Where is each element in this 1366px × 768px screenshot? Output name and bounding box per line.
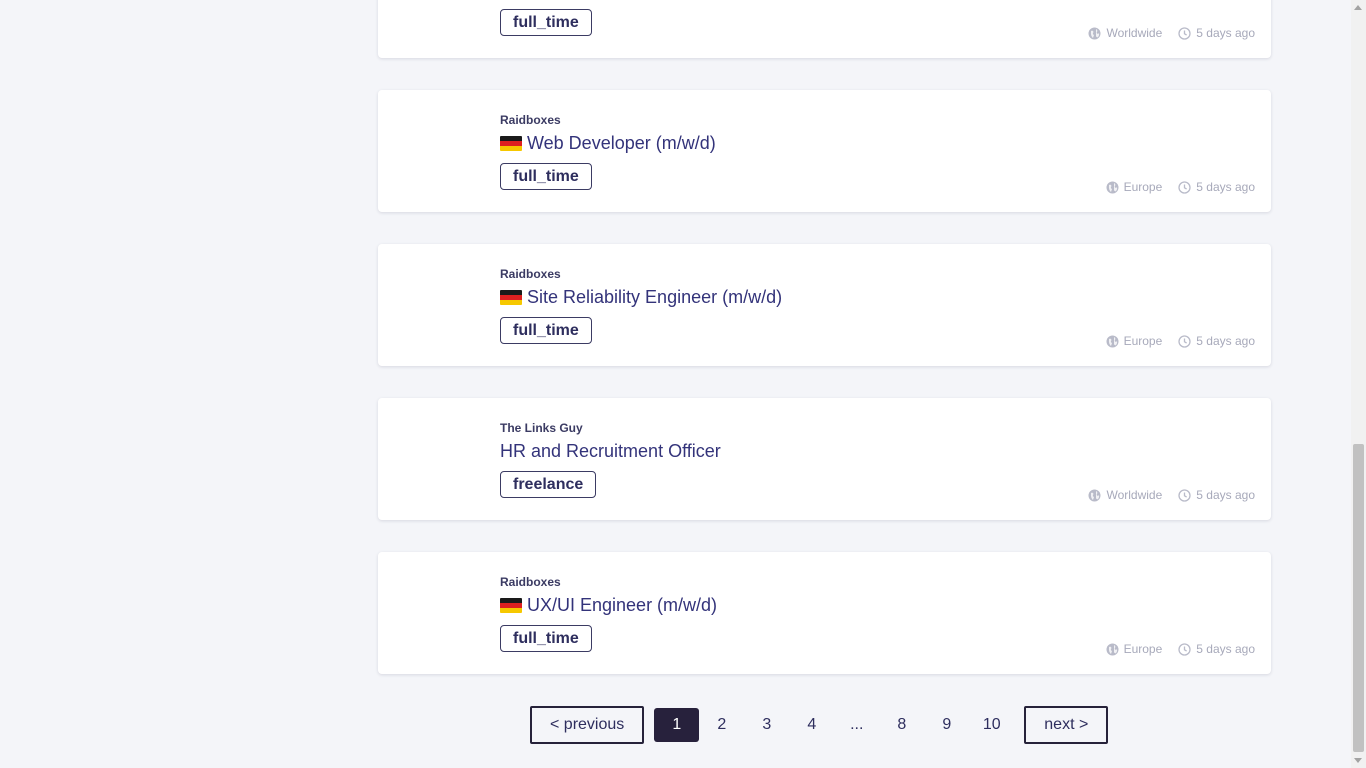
vertical-scrollbar[interactable] [1351, 0, 1366, 768]
job-list-page: full_time Worldwide 5 days ago Raidboxes… [0, 0, 1351, 768]
job-title-text: UX/UI Engineer (m/w/d) [527, 595, 718, 615]
company-name: The Links Guy [500, 421, 583, 435]
page-1-button[interactable]: 1 [654, 708, 700, 742]
company-name: Raidboxes [500, 267, 561, 281]
page-4-button[interactable]: 4 [789, 708, 834, 742]
posted-label: 5 days ago [1196, 26, 1255, 40]
job-type-tag: full_time [500, 317, 592, 344]
pagination: < previous 1 2 3 4 ... 8 9 10 next > [530, 706, 1109, 744]
scroll-up-arrow-icon[interactable] [1354, 5, 1362, 10]
location: Worldwide [1088, 488, 1162, 502]
posted-time: 5 days ago [1178, 488, 1255, 502]
location-label: Europe [1123, 180, 1163, 194]
posted-label: 5 days ago [1196, 642, 1255, 656]
job-card[interactable]: Raidboxes UX/UI Engineer (m/w/d) full_ti… [378, 552, 1271, 674]
location-label: Worldwide [1106, 26, 1163, 40]
german-flag-icon [500, 290, 522, 305]
location-label: Worldwide [1106, 488, 1163, 502]
location-label: Europe [1123, 334, 1163, 348]
posted-time: 5 days ago [1178, 334, 1255, 348]
job-title[interactable]: UX/UI Engineer (m/w/d) [500, 595, 717, 616]
job-title-text: HR and Recruitment Officer [500, 441, 721, 461]
job-meta: Worldwide 5 days ago [1088, 488, 1255, 502]
location: Worldwide [1088, 26, 1162, 40]
job-title-text: Site Reliability Engineer (m/w/d) [527, 287, 783, 307]
page-3-button[interactable]: 3 [744, 708, 789, 742]
job-card[interactable]: Raidboxes Site Reliability Engineer (m/w… [378, 244, 1271, 366]
globe-icon [1106, 335, 1119, 348]
scroll-down-arrow-icon[interactable] [1354, 758, 1362, 763]
page-9-button[interactable]: 9 [924, 708, 969, 742]
location: Europe [1106, 642, 1163, 656]
globe-icon [1106, 181, 1119, 194]
posted-time: 5 days ago [1178, 26, 1255, 40]
location: Europe [1106, 334, 1163, 348]
previous-page-button[interactable]: < previous [530, 706, 645, 744]
job-type-tag: full_time [500, 163, 592, 190]
globe-icon [1088, 27, 1101, 40]
scrollbar-thumb[interactable] [1353, 444, 1364, 752]
job-title[interactable]: Site Reliability Engineer (m/w/d) [500, 287, 782, 308]
job-meta: Worldwide 5 days ago [1088, 26, 1255, 40]
job-title-text: Web Developer (m/w/d) [527, 133, 716, 153]
posted-label: 5 days ago [1196, 180, 1255, 194]
clock-icon [1178, 488, 1191, 502]
posted-time: 5 days ago [1178, 642, 1255, 656]
page-8-button[interactable]: 8 [879, 708, 924, 742]
globe-icon [1106, 643, 1119, 656]
location-label: Europe [1123, 642, 1163, 656]
job-type-tag: full_time [500, 625, 592, 652]
german-flag-icon [500, 598, 522, 613]
company-name: Raidboxes [500, 575, 561, 589]
job-type-tag: full_time [500, 9, 592, 36]
job-meta: Europe 5 days ago [1106, 180, 1255, 194]
job-title[interactable]: HR and Recruitment Officer [500, 441, 721, 462]
job-card[interactable]: Raidboxes Web Developer (m/w/d) full_tim… [378, 90, 1271, 212]
globe-icon [1088, 489, 1101, 502]
job-meta: Europe 5 days ago [1106, 334, 1255, 348]
job-card[interactable]: full_time Worldwide 5 days ago [378, 0, 1271, 58]
page-ellipsis: ... [850, 716, 864, 733]
posted-label: 5 days ago [1196, 334, 1255, 348]
german-flag-icon [500, 136, 522, 151]
clock-icon [1178, 180, 1191, 194]
posted-time: 5 days ago [1178, 180, 1255, 194]
page-10-button[interactable]: 10 [969, 708, 1014, 742]
clock-icon [1178, 334, 1191, 348]
job-meta: Europe 5 days ago [1106, 642, 1255, 656]
job-title[interactable]: Web Developer (m/w/d) [500, 133, 716, 154]
page-2-button[interactable]: 2 [699, 708, 744, 742]
job-card[interactable]: The Links Guy HR and Recruitment Officer… [378, 398, 1271, 520]
clock-icon [1178, 642, 1191, 656]
clock-icon [1178, 26, 1191, 40]
company-name: Raidboxes [500, 113, 561, 127]
posted-label: 5 days ago [1196, 488, 1255, 502]
location: Europe [1106, 180, 1163, 194]
job-type-tag: freelance [500, 471, 597, 498]
next-page-button[interactable]: next > [1024, 706, 1109, 744]
